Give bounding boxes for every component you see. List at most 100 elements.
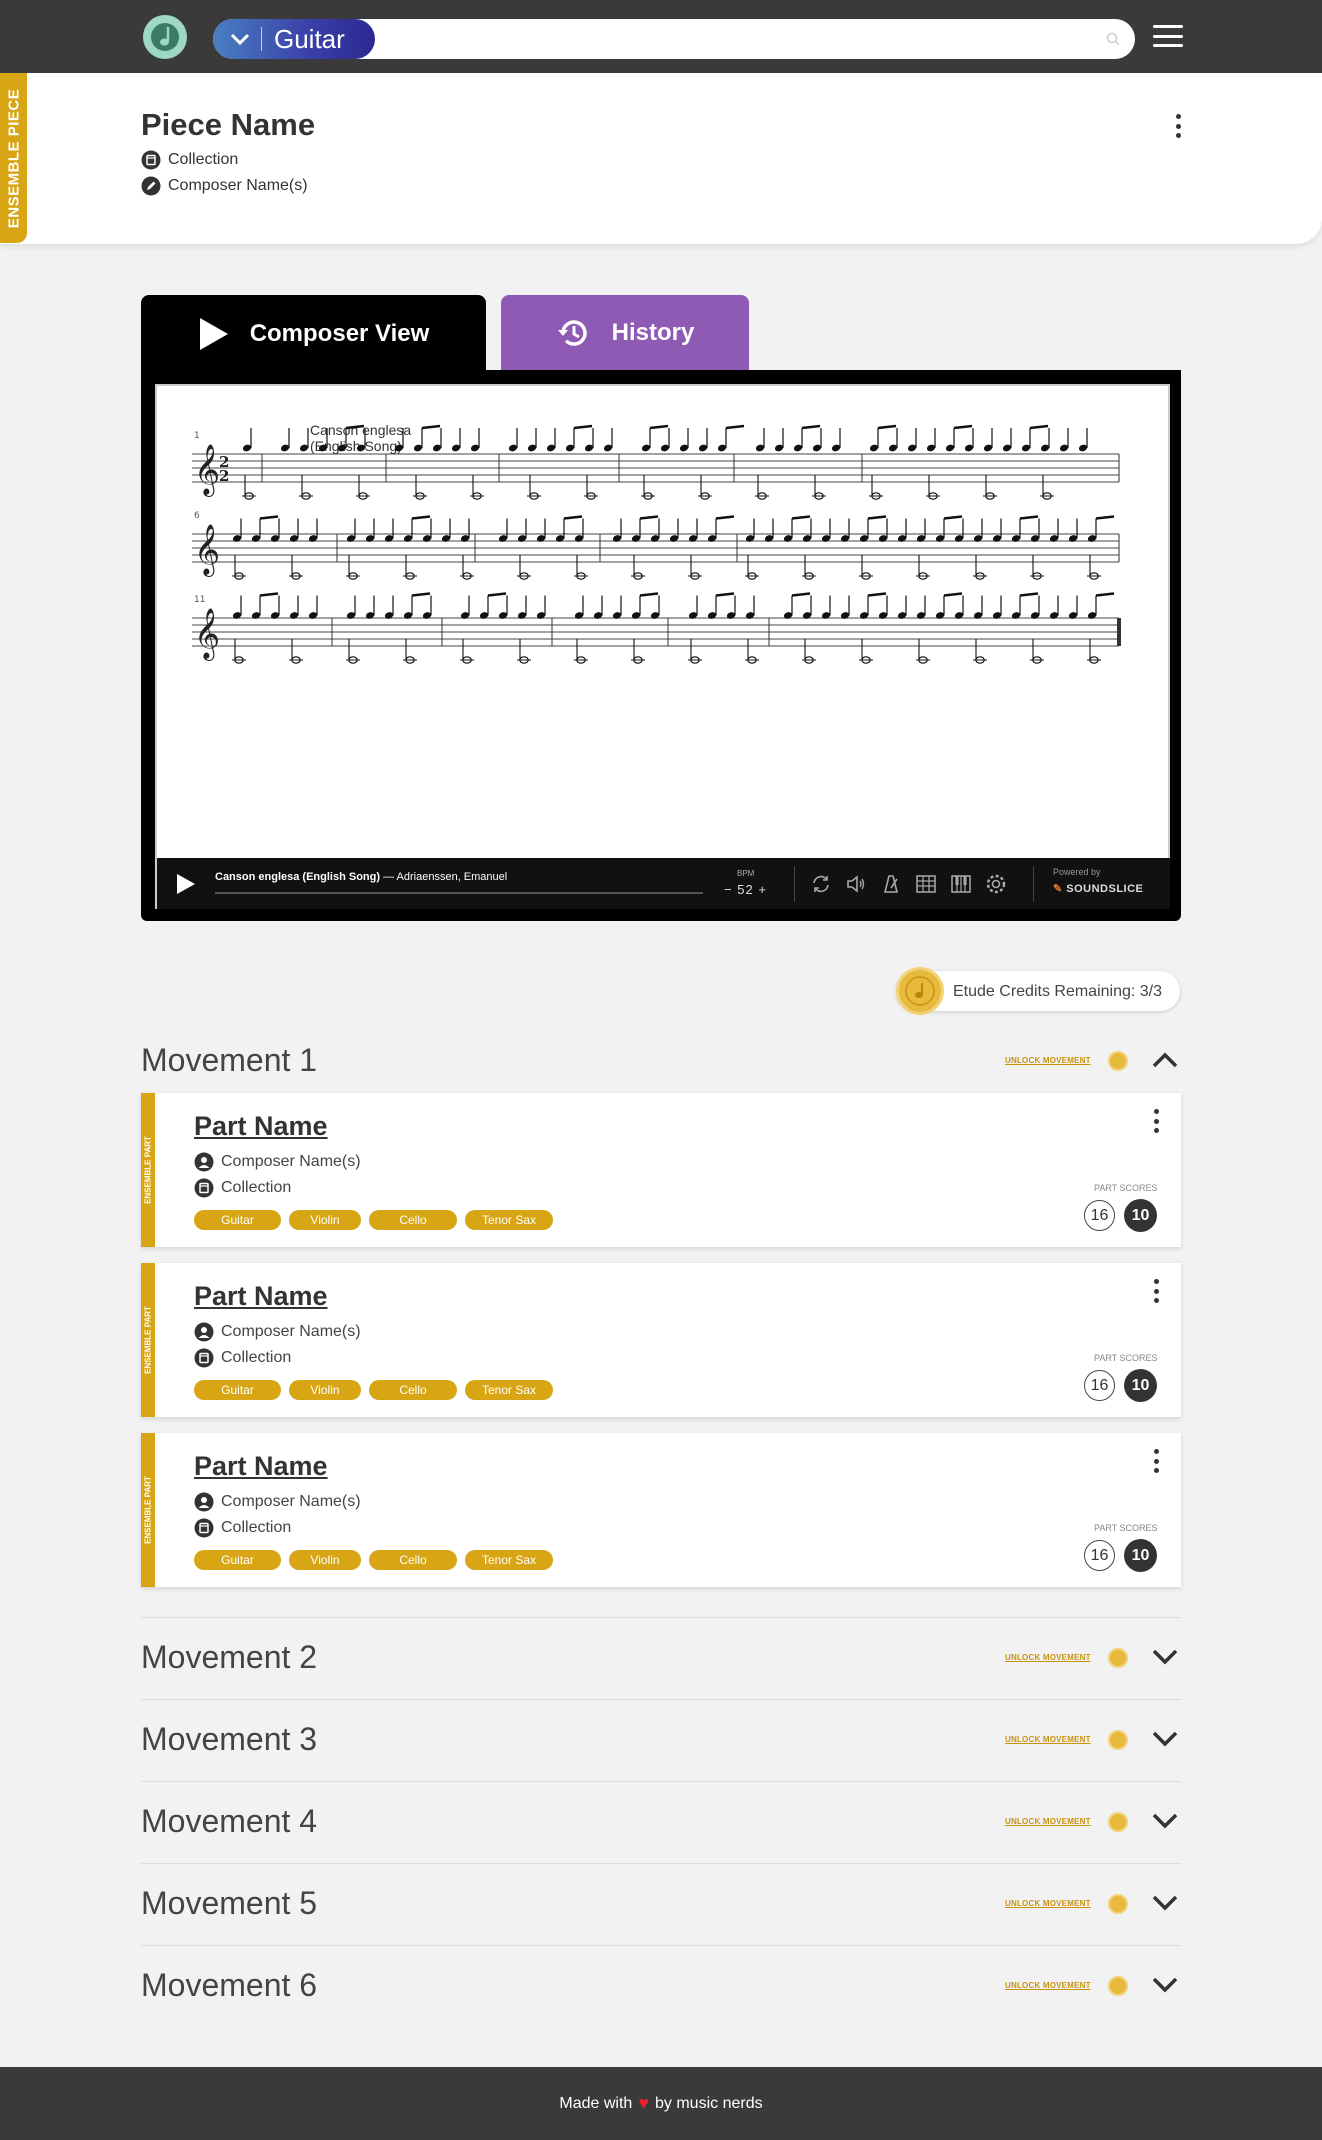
loop-icon[interactable] (809, 872, 833, 896)
instrument-tag[interactable]: Guitar (194, 1210, 281, 1230)
settings-gear-icon[interactable] (984, 872, 1008, 896)
instrument-select[interactable]: Guitar (213, 19, 375, 59)
part-score-filled[interactable]: 10 (1124, 1369, 1157, 1402)
history-icon (557, 319, 587, 346)
instrument-tag[interactable]: Cello (369, 1210, 457, 1230)
volume-icon[interactable] (844, 872, 868, 896)
app-logo-icon[interactable] (143, 15, 187, 59)
divider (1033, 866, 1034, 902)
collection-icon (194, 1178, 214, 1198)
chevron-down-icon[interactable] (1151, 1727, 1179, 1751)
instrument-tag[interactable]: Tenor Sax (465, 1210, 553, 1230)
unlock-movement-link[interactable]: UNLOCK MOVEMENT (1005, 1735, 1091, 1744)
part-collection: Collection (194, 1178, 291, 1198)
etude-credits-pill: Etude Credits Remaining: 3/3 (896, 967, 1180, 1015)
chevron-down-icon[interactable] (1151, 1973, 1179, 1997)
treble-clef-icon: 𝄞 (194, 444, 220, 497)
movement-divider (141, 1781, 1181, 1782)
instrument-tag[interactable]: Tenor Sax (465, 1550, 553, 1570)
note-beam (1095, 515, 1115, 520)
person-icon (194, 1322, 214, 1342)
part-collection: Collection (194, 1348, 291, 1368)
tab-composer-view-label: Composer View (249, 320, 430, 347)
part-card[interactable]: ENSEMBLE PART Part Name Composer Name(s) Co… (141, 1263, 1181, 1417)
instrument-tags: Guitar Violin Cello Tenor Sax (194, 1210, 553, 1230)
bpm-decrease-button[interactable]: − (724, 882, 733, 897)
part-card[interactable]: ENSEMBLE PART Part Name Composer Name(s) Co… (141, 1093, 1181, 1247)
credit-coin-icon (1108, 1648, 1128, 1668)
instrument-tag[interactable]: Tenor Sax (465, 1380, 553, 1400)
piece-composer: Composer Name(s) (141, 176, 308, 196)
note-beam (345, 424, 365, 430)
unlock-movement-link[interactable]: UNLOCK MOVEMENT (1005, 1056, 1091, 1065)
part-collection-text: Collection (221, 1179, 292, 1196)
movement-header[interactable]: Movement 3 UNLOCK MOVEMENT (141, 1709, 1181, 1769)
unlock-movement-link[interactable]: UNLOCK MOVEMENT (1005, 1817, 1091, 1826)
bpm-increase-button[interactable]: + (758, 882, 767, 897)
part-name-link[interactable]: Part Name (194, 1451, 328, 1482)
piece-more-icon[interactable] (1174, 114, 1182, 138)
movement-header[interactable]: Movement 1 UNLOCK MOVEMENT (141, 1030, 1181, 1090)
guitar-logo-icon: ✎ (1053, 883, 1063, 895)
credit-coin-icon (1108, 1894, 1128, 1914)
sheet-music[interactable]: Canson englesa (English Song) 𝄞 2 2 1 𝄞 6 𝄞 11 … (155, 384, 1170, 909)
instrument-tag[interactable]: Guitar (194, 1550, 281, 1570)
tab-composer-view[interactable]: Composer View (141, 295, 486, 373)
part-score-filled[interactable]: 10 (1124, 1539, 1157, 1572)
chevron-down-icon[interactable] (1151, 1645, 1179, 1669)
hamburger-menu-icon[interactable] (1153, 22, 1183, 50)
part-score-outline[interactable]: 16 (1084, 1370, 1115, 1401)
movement-title: Movement 5 (141, 1885, 318, 1921)
part-composer: Composer Name(s) (194, 1152, 361, 1172)
part-name-link[interactable]: Part Name (194, 1281, 328, 1312)
chevron-down-icon[interactable] (1151, 1809, 1179, 1833)
credit-coin-icon (1108, 1812, 1128, 1832)
part-scores-label: PART SCORES (1094, 1183, 1158, 1193)
chevron-up-icon[interactable] (1151, 1048, 1179, 1072)
part-collection: Collection (194, 1518, 291, 1538)
instrument-tag[interactable]: Violin (289, 1550, 361, 1570)
instrument-tag[interactable]: Violin (289, 1380, 361, 1400)
part-more-icon[interactable] (1152, 1279, 1160, 1303)
part-composer: Composer Name(s) (194, 1492, 361, 1512)
keyboard-icon[interactable] (949, 872, 973, 896)
play-button-icon[interactable] (175, 872, 197, 896)
part-score-outline[interactable]: 16 (1084, 1200, 1115, 1231)
credit-coin-icon (1108, 1051, 1128, 1071)
part-more-icon[interactable] (1152, 1109, 1160, 1133)
chevron-down-icon[interactable] (1151, 1891, 1179, 1915)
movement-title: Movement 2 (141, 1639, 318, 1675)
score-viewer: Canson englesa (English Song) 𝄞 2 2 1 𝄞 6 𝄞 11 … (141, 370, 1181, 921)
note-beam (867, 592, 887, 597)
footer-text-after: by music nerds (655, 2094, 763, 2112)
unlock-movement-link[interactable]: UNLOCK MOVEMENT (1005, 1899, 1091, 1908)
soundslice-logo[interactable]: ✎ SOUNDSLICE (1053, 882, 1143, 895)
search-icon[interactable] (1105, 31, 1121, 47)
movement-header[interactable]: Movement 2 UNLOCK MOVEMENT (141, 1627, 1181, 1687)
part-score-outline[interactable]: 16 (1084, 1540, 1115, 1571)
tab-grid-icon[interactable] (914, 872, 938, 896)
part-card[interactable]: ENSEMBLE PART Part Name Composer Name(s) Co… (141, 1433, 1181, 1587)
search-bar[interactable]: Guitar (213, 19, 1135, 59)
instrument-tag[interactable]: Guitar (194, 1380, 281, 1400)
movement-header[interactable]: Movement 6 UNLOCK MOVEMENT (141, 1955, 1181, 2015)
unlock-movement-link[interactable]: UNLOCK MOVEMENT (1005, 1981, 1091, 1990)
instrument-tag[interactable]: Cello (369, 1550, 457, 1570)
progress-bar[interactable] (215, 892, 703, 894)
instrument-label: Guitar (274, 23, 345, 54)
note-beam (791, 515, 811, 520)
treble-clef-icon: 𝄞 (194, 608, 220, 661)
unlock-movement-link[interactable]: UNLOCK MOVEMENT (1005, 1653, 1091, 1662)
part-score-filled[interactable]: 10 (1124, 1199, 1157, 1232)
instrument-tag[interactable]: Cello (369, 1380, 457, 1400)
bpm-value: 52 (737, 882, 754, 897)
metronome-icon[interactable] (879, 872, 903, 896)
collection-icon (194, 1348, 214, 1368)
part-name-link[interactable]: Part Name (194, 1111, 328, 1142)
tab-history[interactable]: History (501, 295, 749, 370)
movement-header[interactable]: Movement 4 UNLOCK MOVEMENT (141, 1791, 1181, 1851)
part-more-icon[interactable] (1152, 1449, 1160, 1473)
movement-header[interactable]: Movement 5 UNLOCK MOVEMENT (141, 1873, 1181, 1933)
soundslice-brand: SOUNDSLICE (1066, 883, 1144, 895)
instrument-tag[interactable]: Violin (289, 1210, 361, 1230)
